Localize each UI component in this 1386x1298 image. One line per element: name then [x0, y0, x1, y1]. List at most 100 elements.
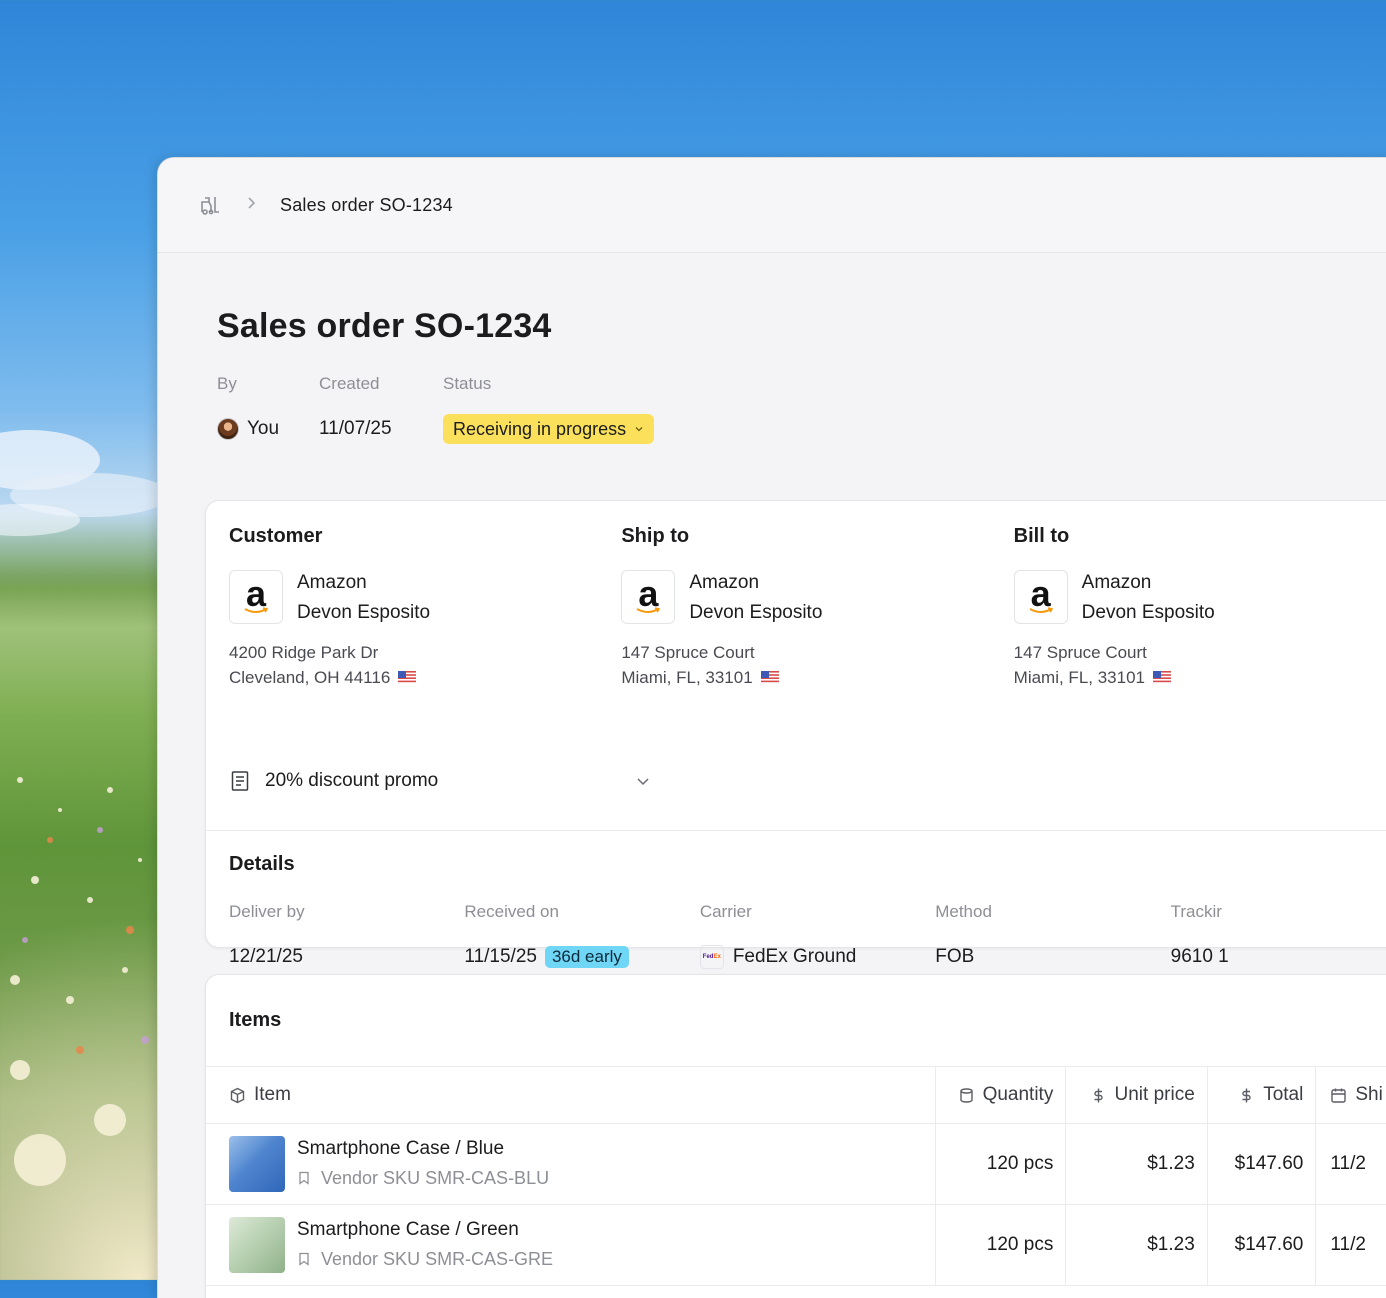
- by-label: By: [217, 374, 237, 393]
- meta-by: By You: [217, 374, 319, 444]
- background-flowers: [10, 777, 149, 1186]
- bookmark-icon: [299, 1171, 309, 1185]
- item-quantity: 120 pcs: [936, 1205, 1067, 1285]
- us-flag-icon: [1153, 671, 1171, 684]
- customer-party[interactable]: a Amazon Devon Esposito: [229, 570, 621, 630]
- receipt-icon: [231, 771, 249, 791]
- item-unit-price: $1.23: [1066, 1124, 1208, 1204]
- item-name: Smartphone Case / Green: [297, 1219, 519, 1240]
- received-on: Received on 11/15/25 36d early: [464, 902, 699, 972]
- received-on-value: 11/15/25: [464, 946, 537, 967]
- by-name: You: [247, 418, 280, 439]
- ship-to-section: Ship to a Amazon Devon Esposito 147 Spru…: [621, 525, 1013, 751]
- column-total-label: Total: [1263, 1084, 1304, 1105]
- bill-to-address: 147 Spruce Court Miami, FL, 33101: [1014, 640, 1386, 690]
- meta-status: Status Receiving in progress: [443, 374, 655, 444]
- ship-to-party[interactable]: a Amazon Devon Esposito: [621, 570, 1013, 630]
- page-title: Sales order SO-1234: [217, 307, 552, 345]
- status-dropdown[interactable]: Receiving in progress: [443, 414, 655, 444]
- table-row[interactable]: Smartphone Case / Green Vendor SKU SMR-C…: [206, 1205, 1386, 1286]
- status-label: Status: [443, 374, 492, 393]
- ship-to-contact: Devon Esposito: [689, 602, 823, 623]
- column-quantity[interactable]: Quantity: [936, 1067, 1067, 1123]
- carrier-value-row[interactable]: Fed Ex FedEx Ground: [699, 942, 935, 972]
- amazon-logo: a: [229, 570, 283, 624]
- column-quantity-label: Quantity: [982, 1084, 1054, 1105]
- deliver-by-value: 12/21/25: [229, 946, 303, 967]
- tracking: Trackir 9610 1: [1171, 902, 1386, 972]
- dollar-icon: [1093, 1088, 1103, 1102]
- box-icon: [230, 1087, 245, 1103]
- chevron-right-icon: [246, 196, 256, 215]
- item-sku: Vendor SKU SMR-CAS-BLU: [297, 1164, 549, 1192]
- product-thumbnail: [229, 1217, 285, 1273]
- by-value[interactable]: You: [217, 414, 319, 444]
- method-value: FOB: [935, 946, 975, 967]
- bookmark-icon: [299, 1252, 309, 1266]
- us-flag-icon: [760, 671, 779, 684]
- column-unit-price[interactable]: Unit price: [1066, 1067, 1208, 1123]
- customer-contact: Devon Esposito: [297, 602, 431, 623]
- order-meta: By You Created 11/07/25 Status Receiving…: [217, 374, 1386, 444]
- method-label: Method: [935, 902, 992, 921]
- fedex-logo: Fed Ex: [699, 945, 724, 969]
- customer-address-line1: 4200 Ridge Park Dr: [229, 643, 379, 662]
- ship-to-address: 147 Spruce Court Miami, FL, 33101: [621, 640, 1013, 690]
- status-value: Receiving in progress: [453, 418, 627, 439]
- items-title: Items: [229, 1009, 282, 1031]
- customer-company: Amazon: [297, 572, 367, 593]
- method: Method FOB: [935, 902, 1170, 972]
- customer-address: 4200 Ridge Park Dr Cleveland, OH 44116: [229, 640, 621, 690]
- main-content: Sales order SO-1234 By You Created 11/07…: [158, 307, 1386, 1298]
- item-quantity: 120 pcs: [936, 1124, 1067, 1204]
- order-info-card: Customer a Amazon Devon Esposito 4200 Ri…: [205, 500, 1386, 969]
- column-ship[interactable]: Shi: [1316, 1067, 1386, 1123]
- forklift-icon[interactable]: [198, 193, 222, 217]
- promo-dropdown[interactable]: 20% discount promo: [229, 751, 651, 811]
- us-flag-icon: [398, 671, 417, 684]
- early-badge: 36d early: [544, 946, 629, 968]
- deliver-by: Deliver by 12/21/25: [229, 902, 464, 972]
- item-name: Smartphone Case / Blue: [297, 1138, 505, 1159]
- bill-to-address-line2: Miami, FL, 33101: [1013, 668, 1145, 687]
- customer-address-line2: Cleveland, OH 44116: [229, 668, 391, 687]
- meta-created: Created 11/07/25: [319, 374, 443, 444]
- item-sku-text: Vendor SKU SMR-CAS-GRE: [321, 1248, 554, 1269]
- items-table: Item Quantity Unit price Total Shi Smart…: [206, 1066, 1386, 1286]
- table-row[interactable]: Smartphone Case / Blue Vendor SKU SMR-CA…: [206, 1124, 1386, 1205]
- item-sku: Vendor SKU SMR-CAS-GRE: [297, 1245, 553, 1273]
- tracking-label: Trackir: [1170, 902, 1222, 921]
- chevron-down-icon: [637, 778, 649, 786]
- item-unit-price: $1.23: [1066, 1205, 1208, 1285]
- customer-section: Customer a Amazon Devon Esposito 4200 Ri…: [229, 525, 621, 751]
- table-header: Item Quantity Unit price Total Shi: [206, 1067, 1386, 1124]
- column-unit-price-label: Unit price: [1114, 1084, 1195, 1105]
- item-sku-text: Vendor SKU SMR-CAS-BLU: [321, 1167, 550, 1188]
- avatar: [217, 418, 239, 440]
- item-ship-date: 11/2: [1330, 1153, 1366, 1174]
- ship-to-address-line1: 147 Spruce Court: [621, 643, 755, 662]
- top-bar: Sales order SO-1234: [158, 158, 1386, 253]
- promo-label: 20% discount promo: [265, 770, 439, 791]
- bill-to-party[interactable]: a Amazon Devon Esposito: [1013, 570, 1386, 630]
- tracking-value[interactable]: 9610 1: [1171, 942, 1386, 972]
- column-total[interactable]: Total: [1208, 1067, 1317, 1123]
- breadcrumb-current[interactable]: Sales order SO-1234: [280, 195, 453, 216]
- created-label: Created: [319, 374, 380, 393]
- column-ship-label: Shi: [1355, 1084, 1383, 1105]
- amazon-logo: a: [1013, 570, 1068, 624]
- details-section: Details Deliver by 12/21/25 Received on …: [206, 831, 1386, 972]
- background-clouds: [0, 430, 170, 536]
- received-on-label: Received on: [464, 902, 559, 921]
- column-item[interactable]: Item: [206, 1067, 936, 1123]
- created-value: 11/07/25: [319, 418, 392, 439]
- bill-to-company: Amazon: [1081, 572, 1152, 593]
- bill-to-title: Bill to: [1013, 525, 1070, 547]
- details-title: Details: [229, 853, 295, 875]
- bill-to-section: Bill to a Amazon Devon Esposito 147 Spru…: [1013, 525, 1386, 751]
- carrier: Carrier Fed Ex FedEx Ground: [699, 902, 935, 972]
- ship-to-title: Ship to: [621, 525, 690, 547]
- amazon-logo: a: [621, 570, 676, 624]
- product-thumbnail: [229, 1136, 285, 1192]
- bill-to-address-line1: 147 Spruce Court: [1013, 643, 1147, 662]
